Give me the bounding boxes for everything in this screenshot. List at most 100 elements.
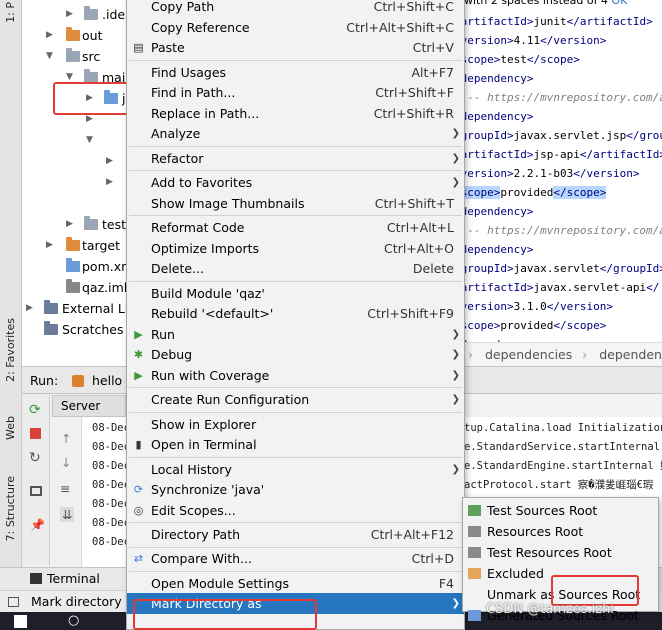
chevron-right-icon[interactable]: ▶ [26,298,33,319]
code-line: <scope>test</scope> [462,53,580,66]
menu-item-label: Show in Explorer [151,416,257,432]
tree-item-label: pom.xm [82,259,128,274]
menu-item-find-in-path[interactable]: Find in Path... Ctrl+Shift+F [127,82,464,103]
menu-item-shortcut: Ctrl+Shift+R [373,105,454,121]
tab-structure[interactable]: 7: Structure [2,476,20,541]
chevron-right-icon: ❯ [451,394,460,406]
tab-project[interactable]: 1: P [2,2,20,23]
menu-item-copy-reference[interactable]: Copy Reference Ctrl+Alt+Shift+C [127,17,464,38]
taskbar-search-icon[interactable]: ○ [68,613,79,628]
menu-item-replace-in-path[interactable]: Replace in Path... Ctrl+Shift+R [127,103,464,124]
windows-start-icon[interactable] [14,615,27,628]
chevron-right-icon[interactable]: ▶ [46,235,53,256]
tree-item[interactable]: ▶ .idea [22,4,128,25]
chevron-right-icon: ❯ [451,463,460,475]
menu-item-paste[interactable]: ▤ Paste Ctrl+V [127,37,464,58]
menu-item-label: Copy Reference [151,19,250,35]
refresh-icon[interactable]: ↻ [29,450,41,466]
code-line: <scope>provided</scope> [462,319,607,332]
menu-separator [129,145,462,147]
annotation-box-mark-directory [133,599,317,630]
chevron-right-icon: ❯ [451,598,460,610]
code-line: <dependency> [462,72,534,85]
menu-item-edit-scopes[interactable]: ◎ Edit Scopes... [127,500,464,521]
up-arrow-icon[interactable]: ↑ [61,431,71,446]
folder-icon [66,48,80,62]
submenu-item-test-sources-root[interactable]: Test Sources Root [463,500,658,521]
tree-item[interactable]: ▶ test [22,214,128,235]
tree-item-label: src [82,49,101,64]
menu-item-delete[interactable]: Delete... Delete [127,258,464,279]
tab-favorites[interactable]: 2: Favorites [2,318,20,382]
menu-item-local-history[interactable]: Local History ❯ [127,459,464,480]
tree-item[interactable]: ▶ External Lib [22,298,128,319]
chevron-right-icon[interactable]: ▶ [106,172,113,193]
code-line: <dependency> [462,335,533,342]
tab-terminal[interactable]: Terminal [47,571,100,586]
chevron-right-icon[interactable]: ▶ [106,151,113,172]
stop-icon[interactable] [30,428,41,439]
tree-item[interactable]: Scratches a [22,319,128,340]
menu-item-build-module-qaz[interactable]: Build Module 'qaz' [127,283,464,304]
menu-item-open-in-terminal[interactable]: ▮ Open in Terminal [127,434,464,455]
menu-item-compare-with[interactable]: ⇄ Compare With... Ctrl+D [127,548,464,569]
down-arrow-icon[interactable]: ↓ [61,455,71,470]
menu-item-create-run-configuration[interactable]: Create Run Configuration ❯ [127,389,464,410]
wrap-icon[interactable]: ≡ [60,481,70,496]
hint-ok-link[interactable]: OK [611,0,627,7]
chevron-right-icon[interactable]: ▶ [66,4,73,25]
annotation-box-java-folder [53,82,130,115]
menu-item-add-to-favorites[interactable]: Add to Favorites ❯ [127,172,464,193]
menu-item-shortcut: Ctrl+Alt+Shift+C [346,19,454,35]
menu-item-reformat-code[interactable]: Reformat Code Ctrl+Alt+L [127,217,464,238]
chevron-down-icon[interactable]: ▼ [46,46,53,67]
breadcrumb-item[interactable]: dependencies [485,347,572,362]
menu-item-show-image-thumbnails[interactable]: Show Image Thumbnails Ctrl+Shift+T [127,193,464,214]
coverage-icon: ▶ [134,368,143,382]
chevron-right-icon[interactable]: ▶ [46,25,53,46]
code-line: <!-- https://mvnrepository.com/artifa [462,224,662,237]
tree-item[interactable]: ▼ src [22,46,128,67]
menu-item-copy-path[interactable]: Copy Path Ctrl+Shift+C [127,0,464,17]
tab-server[interactable]: Server [52,395,126,417]
menu-item-shortcut: Ctrl+Shift+F9 [367,306,454,322]
menu-item-directory-path[interactable]: Directory Path Ctrl+Alt+F12 [127,524,464,545]
folder-icon [84,6,98,20]
menu-item-label: Analyze [151,126,201,142]
menu-item-analyze[interactable]: Analyze ❯ [127,123,464,144]
tab-web[interactable]: Web [2,416,20,440]
menu-item-debug[interactable]: ✱ Debug ❯ [127,344,464,365]
menu-item-label: Find Usages [151,64,227,80]
tree-item[interactable]: ▶ out [22,25,128,46]
run-config-tab[interactable]: hello [92,373,122,388]
breadcrumb-item[interactable]: dependency [599,347,662,362]
tree-item-label: target [82,238,121,253]
code-line: <dependency> [462,110,534,123]
chevron-right-icon[interactable]: ▶ [66,214,73,235]
chevron-right-icon: ❯ [451,369,460,381]
menu-item-run-with-coverage[interactable]: ▶ Run with Coverage ❯ [127,365,464,386]
submenu-item-resources-root[interactable]: Resources Root [463,521,658,542]
rerun-icon[interactable]: ⟳ [29,402,41,418]
menu-item-synchronize-java[interactable]: ⟳ Synchronize 'java' [127,479,464,500]
layout-icon[interactable] [30,486,42,496]
scroll-end-icon[interactable]: ⇊ [60,507,75,522]
code-line: <artifactId>javax.servlet-api</ [462,281,660,294]
code-editor[interactable]: with 2 spaces instead of 4 OK <artifactId… [462,0,662,342]
submenu-item-test-resources-root[interactable]: Test Resources Root [463,542,658,563]
menu-item-open-module-settings[interactable]: Open Module Settings F4 [127,573,464,594]
menu-item-find-usages[interactable]: Find Usages Alt+F7 [127,62,464,83]
library-icon [44,300,58,314]
menu-item-show-in-explorer[interactable]: Show in Explorer [127,414,464,435]
pin-icon[interactable]: 📌 [30,518,45,532]
chevron-down-icon[interactable]: ▼ [86,130,93,151]
menu-item-refactor[interactable]: Refactor ❯ [127,148,464,169]
menu-item-rebuild-default[interactable]: Rebuild '<default>' Ctrl+Shift+F9 [127,303,464,324]
tree-item[interactable]: ▶ target [22,235,128,256]
menu-item-run[interactable]: ▶ Run ❯ [127,324,464,345]
breadcrumb: › dependencies › dependency [462,342,662,366]
menu-item-optimize-imports[interactable]: Optimize Imports Ctrl+Alt+O [127,238,464,259]
tree-item[interactable]: pom.xm [22,256,128,277]
tree-item[interactable]: qaz.iml [22,277,128,298]
menu-item-label: Replace in Path... [151,105,260,121]
